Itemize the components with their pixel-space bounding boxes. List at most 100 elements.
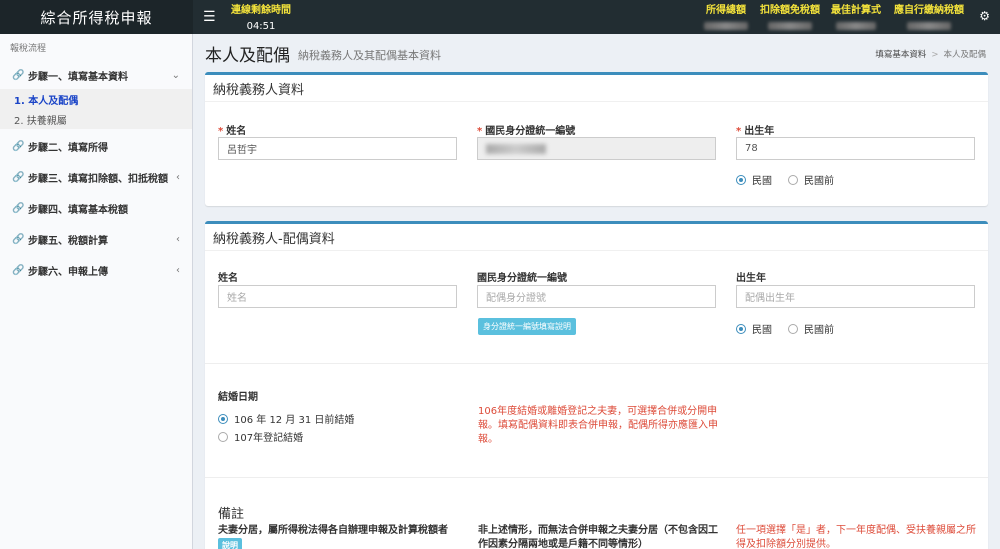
taxpayer-panel-title: 納稅義務人資料 [205, 75, 988, 102]
link-icon: 🔗 [12, 70, 25, 81]
app-title[interactable]: 綜合所得稅申報 [0, 0, 193, 34]
taxpayer-era-roc-radio[interactable] [736, 174, 746, 185]
spouse-name-input[interactable]: 姓名 [218, 285, 457, 308]
summary-tax-payable-label: 應自行繳納稅額 [894, 5, 964, 16]
summary-best-formula-label: 最佳計算式 [831, 5, 881, 16]
id-help-button[interactable]: 身分證統一編號填寫說明 [478, 318, 576, 335]
sidebar-step-label: 步驟五、稅額計算 [28, 236, 108, 247]
spouse-name-label: 姓名 [218, 273, 238, 284]
chevron-left-icon: ‹ [176, 234, 180, 245]
sidebar-step-label: 步驟一、填寫基本資料 [28, 72, 128, 83]
breadcrumb-separator: > [931, 50, 939, 60]
sidebar-item-dependents[interactable]: 2. 扶養親屬 [0, 109, 192, 129]
remark-any-yes-note: 任一項選擇「是」者，下一年度配偶、受扶養親屬之所得及扣除額分別提供。 [736, 525, 976, 549]
breadcrumb-link[interactable]: 填寫基本資料 [875, 50, 926, 60]
sidebar-step-4[interactable]: 🔗 步驟四、填寫基本稅額 [0, 195, 192, 222]
top-navbar: 綜合所得稅申報 ☰ 連線剩餘時間 04:51 所得總額 扣除額免稅額 最佳計算式… [0, 0, 1000, 34]
summary-gross-income-value-redacted [704, 22, 748, 30]
remark-other-separation: 非上述情形，而無法合併申報之夫妻分居（不包含因工作因素分隔兩地或是戶籍不同等情形… [478, 525, 718, 549]
taxpayer-era-pre-roc-radio[interactable] [788, 174, 798, 185]
sidebar-step-5[interactable]: 🔗 步驟五、稅額計算 ‹ [0, 226, 192, 253]
chevron-down-icon: ⌄ [171, 70, 180, 81]
link-icon: 🔗 [12, 234, 25, 245]
sidebar-item-self-spouse[interactable]: 1. 本人及配偶 [0, 89, 192, 109]
spouse-panel: 納稅義務人-配偶資料 姓名 姓名 國民身分證統一編號 配偶身分證號 身分證統一編… [205, 221, 988, 549]
remarks-title: 備註 [218, 507, 245, 522]
divider [205, 363, 988, 364]
marriage-before-2017-radio[interactable] [218, 413, 228, 424]
summary-best-formula-value-redacted [836, 22, 876, 30]
gear-icon[interactable]: ⚙ [979, 9, 990, 23]
link-icon: 🔗 [12, 265, 25, 276]
summary-deductions[interactable]: 扣除額免稅額 [758, 1, 822, 30]
session-timer-label: 連線剩餘時間 [231, 5, 291, 16]
sidebar-step-6[interactable]: 🔗 步驟六、申報上傳 ‹ [0, 257, 192, 284]
sidebar: 報稅流程 🔗 步驟一、填寫基本資料 ⌄ 1. 本人及配偶 2. 扶養親屬 🔗 步… [0, 34, 193, 549]
marriage-note: 106年度結婚或離婚登記之夫妻，可選擇合併或分開申報。填寫配偶資料即表合併申報，… [478, 406, 718, 445]
required-marker: * [218, 126, 224, 137]
link-icon: 🔗 [12, 141, 25, 152]
spouse-birth-input[interactable]: 配偶出生年 [736, 285, 975, 308]
sidebar-step-2[interactable]: 🔗 步驟二、填寫所得 [0, 133, 192, 160]
taxpayer-id-label-text: 國民身分證統一編號 [485, 126, 576, 137]
summary-best-formula[interactable]: 最佳計算式 [829, 1, 883, 30]
session-timer-value: 04:51 [246, 21, 276, 32]
remark-help-button[interactable]: 說明 [218, 538, 242, 549]
marriage-2018-label: 107年登記結婚 [234, 433, 304, 444]
sidebar-submenu: 1. 本人及配偶 2. 扶養親屬 [0, 89, 192, 129]
summary-deductions-label: 扣除額免稅額 [760, 5, 820, 16]
taxpayer-birth-input[interactable]: 78 [736, 137, 975, 160]
summary-gross-income-label: 所得總額 [706, 5, 746, 16]
page-header: 本人及配偶 納稅義務人及其配偶基本資料 填寫基本資料 > 本人及配偶 [193, 34, 1000, 72]
sidebar-step-label: 步驟四、填寫基本稅額 [28, 205, 128, 216]
taxpayer-id-redacted [486, 143, 546, 154]
spouse-era-pre-roc-radio[interactable] [788, 323, 798, 334]
marriage-2018-radio[interactable] [218, 431, 228, 442]
summary-deductions-value-redacted [768, 22, 812, 30]
remark-separated-spouses: 夫妻分居，屬所得稅法得各自辦理申報及計算稅額者 說明 [218, 524, 468, 549]
taxpayer-birth-label: * 出生年 [736, 122, 774, 137]
marriage-date-label: 結婚日期 [218, 392, 258, 403]
taxpayer-panel: 納稅義務人資料 * 姓名 呂哲宇 * 國民身分證統一編號 * 出生年 78 民國 民國… [205, 72, 988, 206]
marriage-option-before-2017: 106 年 12 月 31 日前結婚 [218, 411, 354, 426]
sidebar-header: 報稅流程 [10, 44, 47, 54]
remark-separated-spouses-text: 夫妻分居，屬所得稅法得各自辦理申報及計算稅額者 [218, 525, 448, 536]
spouse-id-input[interactable]: 配偶身分證號 [477, 285, 716, 308]
page-subtitle: 納稅義務人及其配偶基本資料 [298, 49, 441, 62]
taxpayer-name-label: * 姓名 [218, 122, 246, 137]
chevron-left-icon: ‹ [176, 265, 180, 276]
sidebar-step-label: 步驟三、填寫扣除額、扣抵稅額 [28, 174, 168, 185]
spouse-era-pre-roc-label: 民國前 [804, 325, 834, 336]
menu-toggle-icon[interactable]: ☰ [203, 9, 216, 25]
page-title: 本人及配偶 [205, 45, 290, 66]
required-marker: * [477, 126, 483, 137]
sidebar-step-label: 步驟六、申報上傳 [28, 267, 108, 278]
spouse-era-radio-group: 民國 民國前 [736, 321, 834, 336]
breadcrumb-current: 本人及配偶 [943, 50, 986, 60]
spouse-panel-title: 納稅義務人-配偶資料 [205, 224, 988, 251]
summary-tax-payable-value-redacted [907, 22, 951, 30]
sidebar-step-1[interactable]: 🔗 步驟一、填寫基本資料 ⌄ [0, 62, 192, 89]
summary-tax-payable[interactable]: 應自行繳納稅額 [893, 1, 965, 30]
taxpayer-era-roc-label: 民國 [752, 176, 772, 187]
taxpayer-era-pre-roc-label: 民國前 [804, 176, 834, 187]
sidebar-step-label: 步驟二、填寫所得 [28, 143, 108, 154]
main-content: 本人及配偶 納稅義務人及其配偶基本資料 填寫基本資料 > 本人及配偶 納稅義務人資料… [193, 34, 1000, 549]
summary-gross-income[interactable]: 所得總額 [700, 1, 752, 30]
link-icon: 🔗 [12, 203, 25, 214]
marriage-option-2018: 107年登記結婚 [218, 429, 303, 444]
spouse-era-roc-radio[interactable] [736, 323, 746, 334]
chevron-left-icon: ‹ [176, 172, 180, 183]
sidebar-step-3[interactable]: 🔗 步驟三、填寫扣除額、扣抵稅額 ‹ [0, 164, 192, 191]
taxpayer-name-input[interactable]: 呂哲宇 [218, 137, 457, 160]
spouse-birth-label: 出生年 [736, 273, 766, 284]
marriage-before-2017-label: 106 年 12 月 31 日前結婚 [234, 415, 355, 426]
divider [205, 477, 988, 478]
session-timer: 連線剩餘時間 04:51 [228, 1, 294, 32]
required-marker: * [736, 126, 742, 137]
taxpayer-era-radio-group: 民國 民國前 [736, 172, 834, 187]
taxpayer-id-input [477, 137, 716, 160]
spouse-id-label: 國民身分證統一編號 [477, 273, 567, 284]
link-icon: 🔗 [12, 172, 25, 183]
taxpayer-name-label-text: 姓名 [226, 126, 247, 137]
